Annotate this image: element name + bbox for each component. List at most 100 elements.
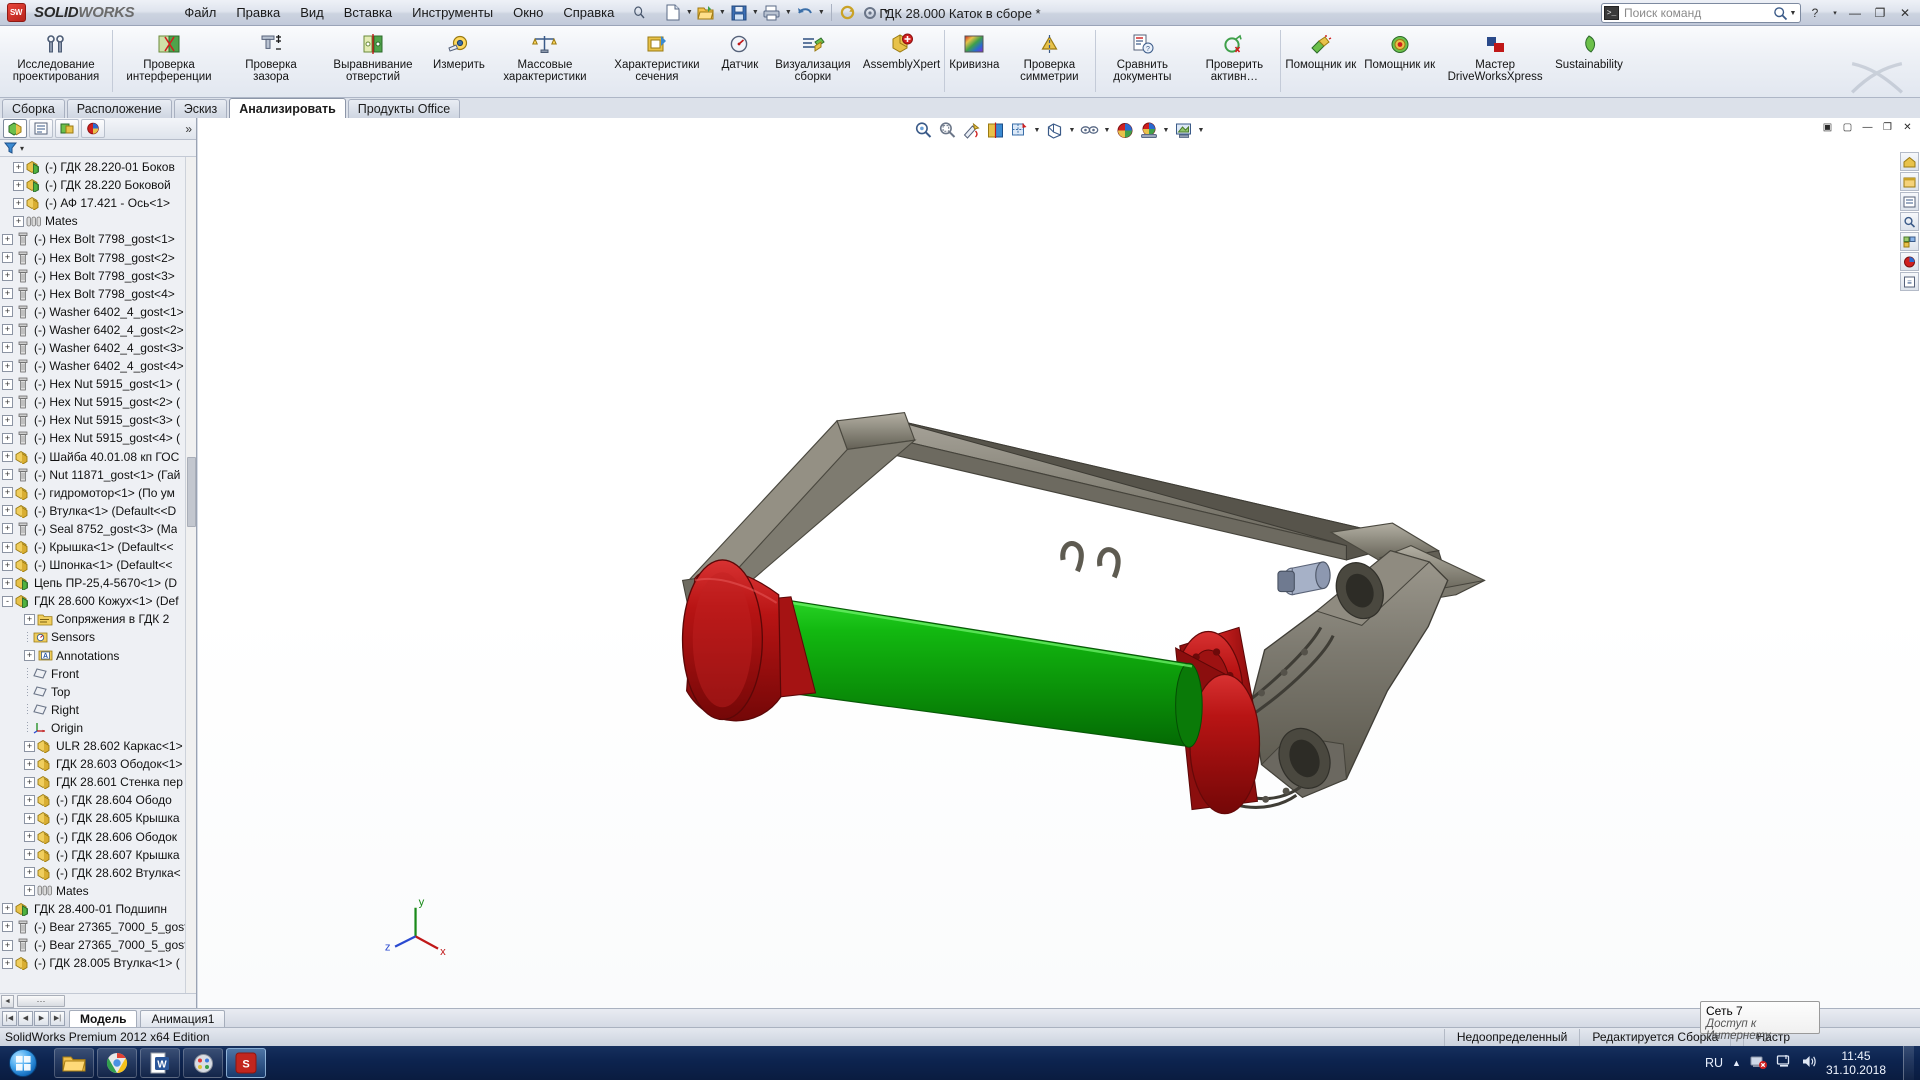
last-tab-icon[interactable]: ▶| [50, 1010, 65, 1026]
print-dropdown-arrow[interactable]: ▼ [783, 2, 793, 23]
compare-documents-button[interactable]: ? Сравнить документы [1096, 28, 1188, 94]
expand-icon[interactable]: + [24, 650, 35, 662]
search-input[interactable]: Поиск команд [1619, 6, 1773, 20]
measure-button[interactable]: Измерить [429, 28, 489, 94]
undo-icon[interactable] [794, 2, 815, 23]
hole-alignment-button[interactable]: Выравнивание отверстий [317, 28, 429, 94]
feature-manager-tab[interactable] [3, 119, 27, 138]
tab-sketch[interactable]: Эскиз [173, 99, 228, 118]
tree-item[interactable]: Right [0, 701, 196, 719]
tree-item[interactable]: + (-) Bear 27365_7000_5_gost [0, 918, 196, 936]
view-palette-icon[interactable] [1900, 232, 1919, 251]
expand-icon[interactable]: + [2, 378, 13, 390]
tree-item[interactable]: + (-) ГДК 28.605 Крышка [0, 809, 196, 827]
floxpress-assistant-button[interactable]: Помощник ик [1360, 28, 1439, 94]
tree-item[interactable]: + ГДК 28.400-01 Подшипн [0, 900, 196, 918]
expand-icon[interactable]: + [2, 396, 13, 408]
tree-item[interactable]: + (-) Hex Bolt 7798_gost<2> [0, 248, 196, 266]
tree-item[interactable]: + (-) ГДК 28.604 Ободо [0, 791, 196, 809]
tree-item[interactable]: + (-) ГДК 28.220-01 Боков [0, 158, 196, 176]
tree-item[interactable]: + (-) ГДК 28.607 Крышка [0, 846, 196, 864]
expand-icon[interactable]: + [24, 867, 35, 879]
tree-item[interactable]: + (-) Washer 6402_4_gost<3> [0, 339, 196, 357]
previous-view-icon[interactable] [961, 119, 983, 141]
expand-icon[interactable]: + [13, 215, 24, 227]
view-orientation-icon[interactable] [1009, 119, 1031, 141]
minimize-button[interactable]: — [1844, 4, 1866, 22]
tree-item[interactable]: Sensors [0, 628, 196, 646]
tree-item[interactable]: + (-) Hex Nut 5915_gost<4> ( [0, 429, 196, 447]
open-document-dropdown-arrow[interactable]: ▼ [717, 2, 727, 23]
tree-item[interactable]: Top [0, 683, 196, 701]
zoom-to-fit-icon[interactable] [913, 119, 935, 141]
tree-item[interactable]: + (-) Hex Nut 5915_gost<1> ( [0, 375, 196, 393]
pin-icon[interactable] [630, 4, 648, 22]
expand-icon[interactable]: + [24, 794, 35, 806]
tree-item[interactable]: + (-) Втулка<1> (Default<<D [0, 502, 196, 520]
edit-appearance-icon[interactable] [1114, 119, 1136, 141]
menu-item-insert[interactable]: Вставка [334, 2, 402, 23]
expand-icon[interactable]: + [24, 740, 35, 752]
expand-icon[interactable]: + [2, 541, 13, 553]
expand-icon[interactable]: + [24, 776, 35, 788]
expand-icon[interactable]: + [24, 613, 35, 625]
appearances-icon[interactable] [1900, 252, 1919, 271]
menu-item-tools[interactable]: Инструменты [402, 2, 503, 23]
tree-item[interactable]: - ГДК 28.600 Кожух<1> (Def [0, 592, 196, 610]
assemblyxpert-button[interactable]: AssemblyXpert [859, 28, 944, 94]
tree-vertical-scrollbar[interactable] [185, 157, 196, 993]
magnifier-icon[interactable] [1773, 6, 1788, 21]
tree-item[interactable]: + (-) Hex Bolt 7798_gost<1> [0, 230, 196, 248]
hide-show-items-dropdown-arrow[interactable]: ▼ [1103, 119, 1112, 141]
expand-icon[interactable]: + [2, 342, 13, 354]
graphics-viewport[interactable]: ▼ ▼ ▼ ▼ ▼ ▣ ▢ — ❐ ✕ ≡ y x z [198, 118, 1920, 1008]
check-active-button[interactable]: Проверить активн… [1188, 28, 1280, 94]
menu-item-help[interactable]: Справка [553, 2, 624, 23]
first-tab-icon[interactable]: |◀ [2, 1010, 17, 1026]
expand-icon[interactable]: + [13, 179, 24, 191]
tree-item[interactable]: Origin [0, 719, 196, 737]
menu-item-window[interactable]: Окно [503, 2, 553, 23]
new-document-dropdown-arrow[interactable]: ▼ [684, 2, 694, 23]
volume-icon[interactable] [1801, 1054, 1817, 1072]
expand-icon[interactable]: + [2, 432, 13, 444]
design-study-button[interactable]: Исследование проектирования [0, 28, 112, 94]
tree-item[interactable]: + (-) АФ 17.421 - Ось<1> [0, 194, 196, 212]
taskbar-chrome-icon[interactable] [97, 1048, 137, 1078]
filter-icon[interactable] [4, 142, 17, 154]
tray-language-indicator[interactable]: RU [1705, 1056, 1723, 1070]
property-manager-tab[interactable] [29, 119, 53, 138]
viewport-maximize-icon[interactable]: ❐ [1879, 120, 1896, 135]
tab-assembly[interactable]: Сборка [2, 99, 65, 118]
feature-tree[interactable]: + (-) ГДК 28.220-01 Боков + (-) ГДК 28.220 … [0, 157, 196, 993]
start-orb-icon[interactable] [2, 1047, 44, 1079]
expand-icon[interactable]: + [2, 903, 13, 915]
tray-expand-arrow[interactable]: ▲ [1732, 1058, 1741, 1068]
design-library-icon[interactable] [1900, 172, 1919, 191]
expand-icon[interactable]: + [24, 812, 35, 824]
expand-icon[interactable]: + [2, 577, 13, 589]
search-panel-icon[interactable] [1900, 212, 1919, 231]
tree-item[interactable]: + (-) Washer 6402_4_gost<4> [0, 357, 196, 375]
tree-item[interactable]: + Цепь ПР-25,4-5670<1> (D [0, 574, 196, 592]
expand-icon[interactable]: + [13, 197, 24, 209]
undo-dropdown-arrow[interactable]: ▼ [816, 2, 826, 23]
collapse-icon[interactable]: - [2, 595, 13, 607]
tree-item[interactable]: + (-) Washer 6402_4_gost<2> [0, 321, 196, 339]
mass-properties-button[interactable]: Массовые характеристики [489, 28, 601, 94]
tree-item[interactable]: + (-) Крышка<1> (Default<< [0, 538, 196, 556]
panel-more-button[interactable]: » [185, 122, 192, 136]
expand-icon[interactable]: + [2, 306, 13, 318]
apply-scene-dropdown-arrow[interactable]: ▼ [1162, 119, 1171, 141]
tree-item[interactable]: + (-) Hex Bolt 7798_gost<3> [0, 267, 196, 285]
section-properties-button[interactable]: Характеристики сечения [601, 28, 713, 94]
sustainability-button[interactable]: Sustainability [1551, 28, 1627, 94]
custom-properties-icon[interactable]: ≡ [1900, 272, 1919, 291]
tree-item[interactable]: + Mates [0, 212, 196, 230]
expand-icon[interactable]: + [24, 849, 35, 861]
zoom-to-area-icon[interactable] [937, 119, 959, 141]
filter-dropdown-arrow[interactable]: ▾ [20, 144, 24, 153]
expand-icon[interactable]: + [2, 414, 13, 426]
view-settings-dropdown-arrow[interactable]: ▼ [1197, 119, 1206, 141]
viewport-close-icon[interactable]: ✕ [1899, 120, 1916, 135]
